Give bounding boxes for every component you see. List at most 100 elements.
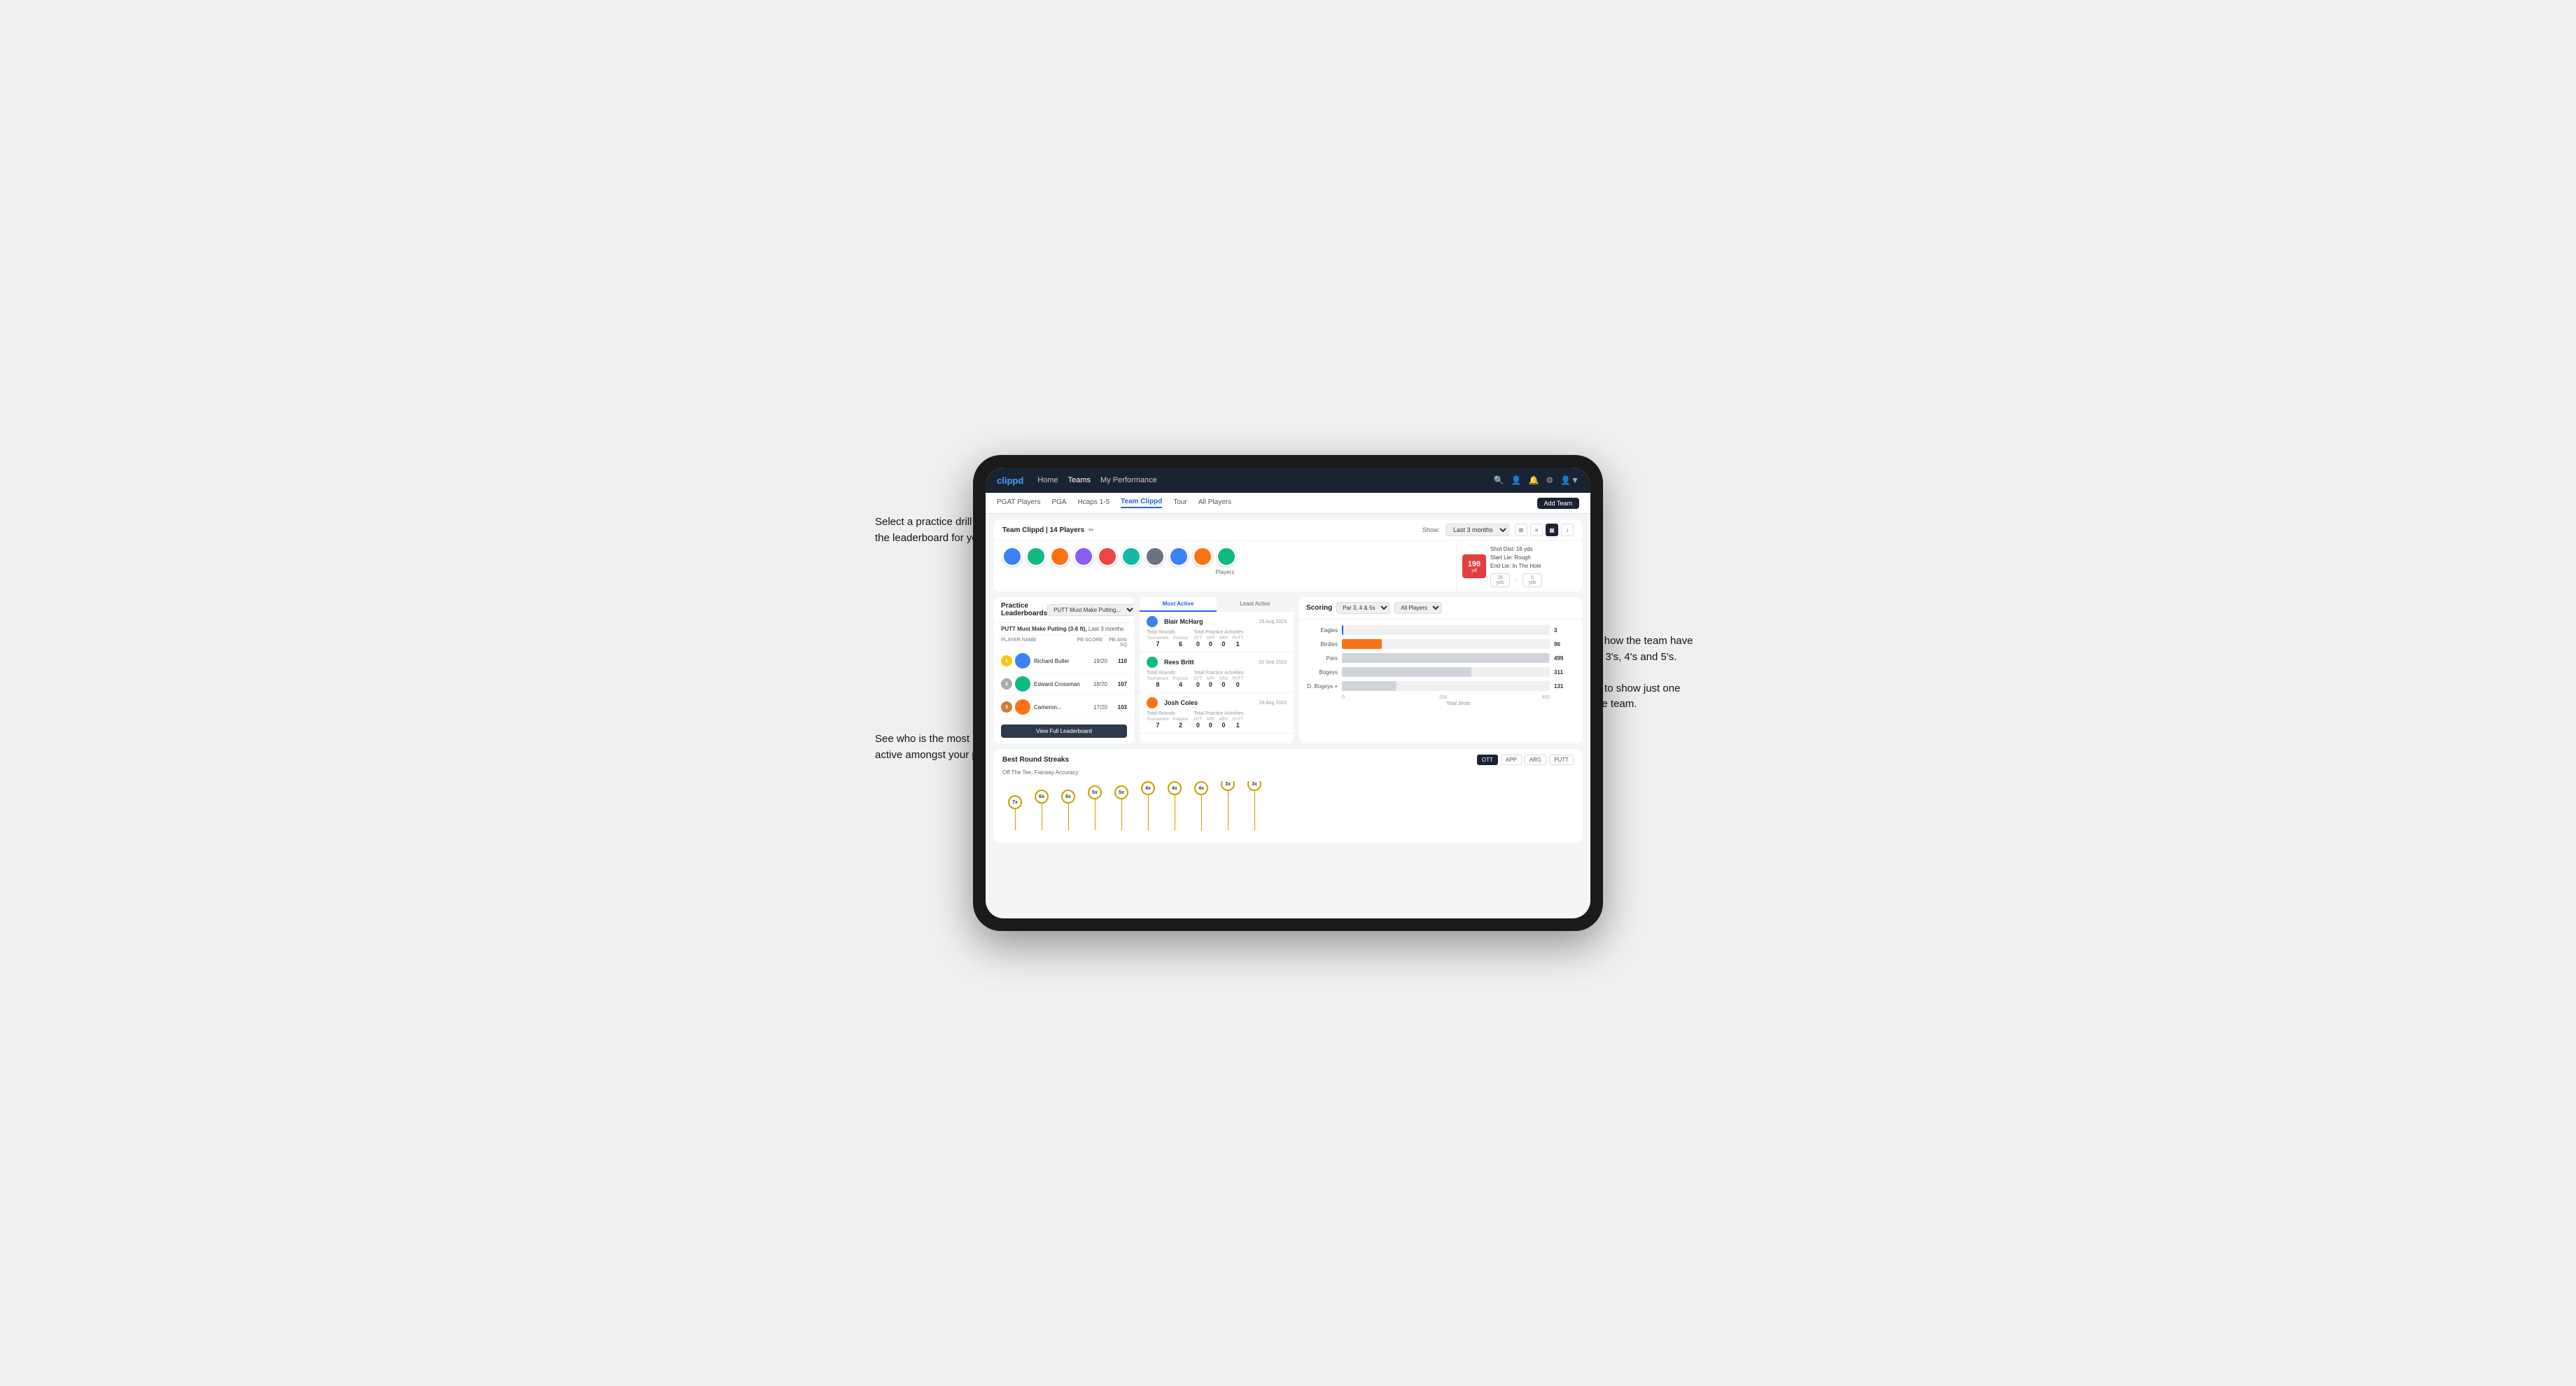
- avatar-1[interactable]: [1002, 547, 1022, 566]
- sub-nav-team-clippd[interactable]: Team Clippd: [1121, 498, 1162, 508]
- arg-button[interactable]: ARG: [1525, 755, 1546, 765]
- show-select[interactable]: Last 3 months Last 6 months Last year: [1446, 524, 1509, 536]
- view-icons: ⊞ ≡ ▦ ↕: [1515, 524, 1574, 536]
- avatar-6[interactable]: [1121, 547, 1141, 566]
- col-score: PB SCORE: [1074, 638, 1102, 648]
- avatar-10[interactable]: [1217, 547, 1236, 566]
- edit-icon[interactable]: ✏: [1088, 526, 1094, 534]
- streaks-card: Best Round Streaks OTT APP ARG PUTT Off …: [994, 749, 1582, 843]
- avatar-8[interactable]: [1169, 547, 1189, 566]
- app-button[interactable]: APP: [1501, 755, 1522, 765]
- streaks-header: Best Round Streaks OTT APP ARG PUTT: [1002, 755, 1574, 765]
- nav-bar: clippd Home Teams My Performance 🔍 👤 🔔 ⚙…: [986, 468, 1590, 493]
- putt-button[interactable]: PUTT: [1549, 755, 1574, 765]
- player-avatar-3: [1015, 699, 1030, 715]
- ott-button[interactable]: OTT: [1477, 755, 1498, 765]
- avatar-2[interactable]: [1026, 547, 1046, 566]
- list-item: Josh Coles 26 Aug 2023 Total Rounds Tour…: [1140, 693, 1294, 734]
- practice-activities-group: Total Practice Activities OTT0 APP0 ARG0…: [1194, 630, 1243, 648]
- sub-nav-pga[interactable]: PGA: [1051, 498, 1066, 507]
- streak-col-5: 5x: [1114, 785, 1128, 830]
- pars-track: [1342, 653, 1550, 663]
- bar-birdies: Birdies 96: [1306, 639, 1575, 649]
- view-full-leaderboard-button[interactable]: View Full Leaderboard: [1001, 724, 1127, 738]
- bogeys-track: [1342, 667, 1550, 677]
- grid-view-icon[interactable]: ⊞: [1515, 524, 1527, 536]
- rounds-values: Tournament 7 Practice 6: [1147, 636, 1188, 648]
- streak-col-4: 5x: [1088, 785, 1102, 830]
- total-rounds-group: Total Rounds Tournament 7 Practice: [1147, 630, 1188, 648]
- players-section: Players: [994, 541, 1456, 592]
- avatar-9[interactable]: [1193, 547, 1212, 566]
- player-avg-2: 107: [1107, 681, 1127, 687]
- tablet-screen: clippd Home Teams My Performance 🔍 👤 🔔 ⚙…: [986, 468, 1590, 918]
- tab-least-active[interactable]: Least Active: [1217, 597, 1294, 612]
- table-row: 1 Richard Butler 19/20 110: [994, 650, 1134, 673]
- sub-nav: PGAT Players PGA Hcaps 1-5 Team Clippd T…: [986, 493, 1590, 514]
- profile-icon[interactable]: 👤▼: [1560, 475, 1579, 485]
- table-row: 2 Edward Crossman 18/20 107: [994, 673, 1134, 696]
- streak-dot-2: 6x: [1035, 790, 1049, 804]
- practice-col: Practice 6: [1173, 636, 1189, 648]
- drill-select[interactable]: PUTT Must Make Putting...: [1047, 604, 1134, 616]
- nav-home[interactable]: Home: [1037, 476, 1058, 484]
- avatar-7[interactable]: [1145, 547, 1165, 566]
- scoring-header: Scoring Par 3, 4 & 5s All Players: [1299, 597, 1582, 620]
- eagles-val: 3: [1554, 627, 1575, 634]
- par-filter-select[interactable]: Par 3, 4 & 5s: [1336, 602, 1390, 614]
- bell-icon[interactable]: 🔔: [1528, 475, 1539, 485]
- rounds-label: Total Rounds: [1147, 630, 1188, 635]
- shot-info-text: Shot Dist: 16 yds Start Lie: Rough End L…: [1490, 545, 1542, 570]
- bogeys-label: Bogeys: [1306, 669, 1338, 676]
- active-date-2: 02 Sep 2023: [1259, 660, 1287, 665]
- list-view-icon[interactable]: ≡: [1530, 524, 1543, 536]
- cards-row: Practice Leaderboards PUTT Must Make Put…: [994, 597, 1582, 743]
- sub-nav-all-players[interactable]: All Players: [1198, 498, 1231, 507]
- settings-icon[interactable]: ⚙: [1546, 475, 1553, 485]
- dbogeys-val: 131: [1554, 683, 1575, 690]
- avatar-5[interactable]: [1098, 547, 1117, 566]
- page-wrapper: Select a practice drill and see the lead…: [868, 430, 1708, 955]
- nav-performance[interactable]: My Performance: [1100, 476, 1157, 484]
- eagles-label: Eagles: [1306, 627, 1338, 634]
- chart-view-icon[interactable]: ↕: [1561, 524, 1574, 536]
- player-avg-1: 110: [1107, 658, 1127, 664]
- active-date-1: 26 Aug 2023: [1259, 620, 1287, 624]
- axis-200: 200: [1439, 695, 1448, 700]
- rank-badge-1: 1: [1001, 655, 1012, 666]
- active-player-header-3: Josh Coles 26 Aug 2023: [1147, 697, 1287, 708]
- axis-400: 400: [1541, 695, 1550, 700]
- nav-icons: 🔍 👤 🔔 ⚙ 👤▼: [1494, 475, 1579, 485]
- streak-dot-5: 5x: [1114, 785, 1128, 799]
- active-player-header-1: Blair McHarg 26 Aug 2023: [1147, 616, 1287, 627]
- add-team-button[interactable]: Add Team: [1537, 498, 1579, 509]
- active-stats-2: Total Rounds Tournament8 Practice4 Total…: [1147, 671, 1287, 688]
- card-view-icon[interactable]: ▦: [1546, 524, 1558, 536]
- active-stats-3: Total Rounds Tournament7 Practice2 Total…: [1147, 711, 1287, 729]
- tab-most-active[interactable]: Most Active: [1140, 597, 1217, 612]
- show-label: Show:: [1422, 526, 1440, 533]
- streaks-chart: 7x 6x 6x 5x: [1002, 781, 1574, 837]
- search-icon[interactable]: 🔍: [1494, 475, 1504, 485]
- players-filter-select[interactable]: All Players: [1394, 602, 1442, 614]
- bar-bogeys: Bogeys 311: [1306, 667, 1575, 677]
- streak-dot-8: 4x: [1194, 781, 1208, 795]
- practice-label: Total Practice Activities: [1194, 630, 1243, 635]
- nav-teams[interactable]: Teams: [1068, 476, 1091, 484]
- avatar-3[interactable]: [1050, 547, 1070, 566]
- bogeys-val: 311: [1554, 669, 1575, 676]
- player-name-2: Edward Crossman: [1034, 681, 1083, 687]
- pars-label: Pars: [1306, 655, 1338, 662]
- chart-xlabel: Total Shots: [1306, 701, 1575, 706]
- rank-badge-3: 3: [1001, 701, 1012, 713]
- active-avatar-1: [1147, 616, 1158, 627]
- avatar-4[interactable]: [1074, 547, 1093, 566]
- streak-dot-10: 3x: [1247, 781, 1261, 791]
- sub-nav-hcaps[interactable]: Hcaps 1-5: [1078, 498, 1110, 507]
- users-icon[interactable]: 👤: [1511, 475, 1522, 485]
- player-avatars: [1002, 547, 1448, 566]
- leaderboard-title: Practice Leaderboards: [1001, 602, 1047, 617]
- sub-nav-pgat[interactable]: PGAT Players: [997, 498, 1040, 507]
- team-header-card: Team Clippd | 14 Players ✏ Show: Last 3 …: [994, 519, 1582, 592]
- sub-nav-tour[interactable]: Tour: [1173, 498, 1186, 507]
